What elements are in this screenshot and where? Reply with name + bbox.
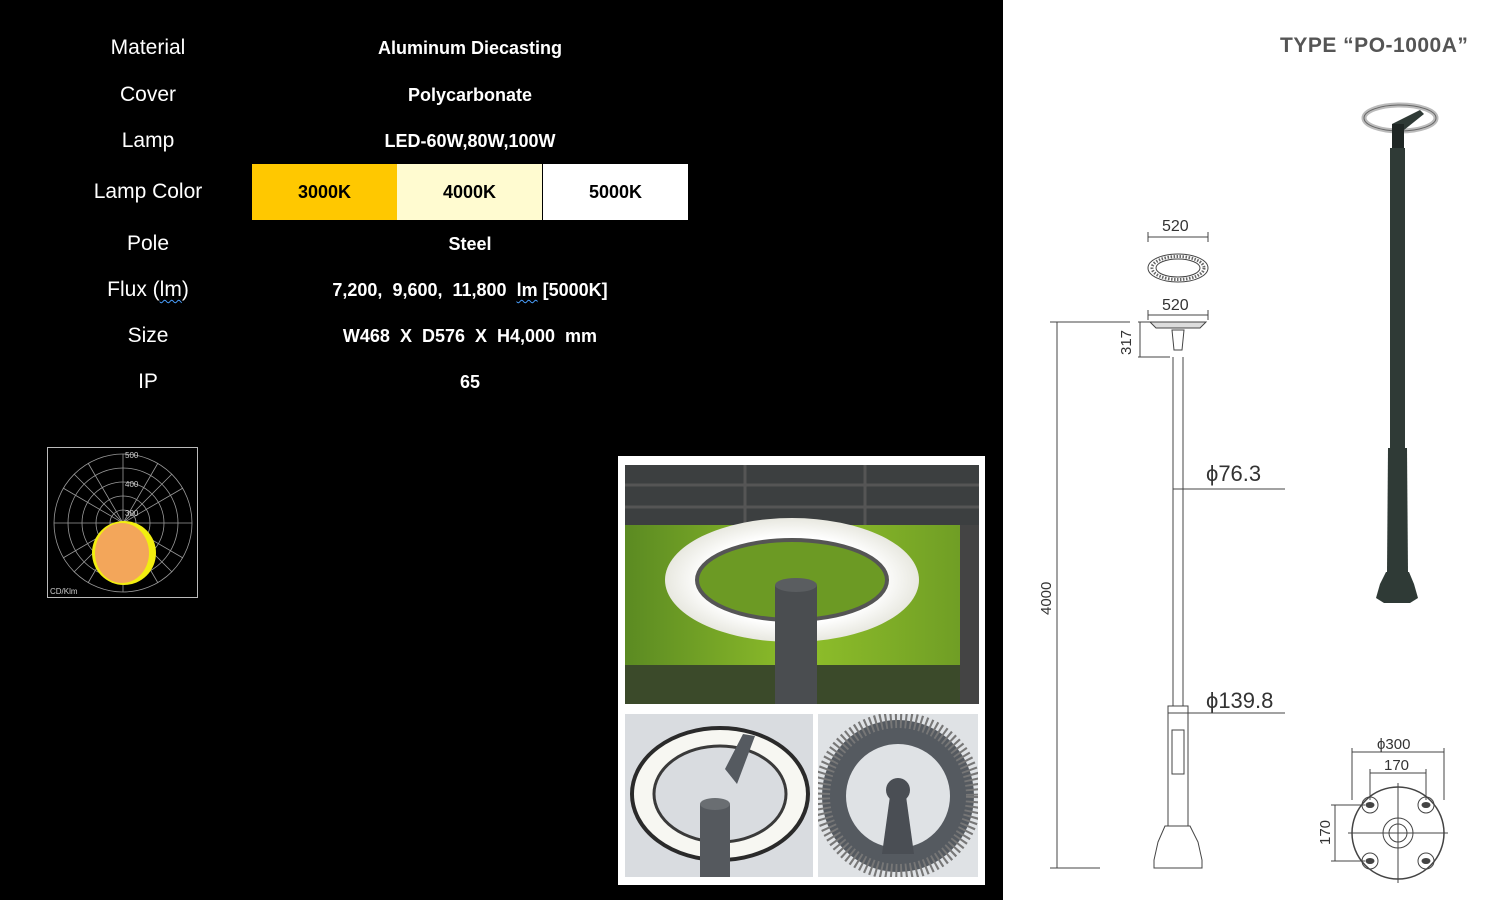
spec-label: Cover [119, 83, 177, 106]
polar-distribution-diagram: 500 400 300 CD/Klm [47, 447, 198, 598]
polar-curve-fill [95, 523, 149, 583]
flux-value-suffix: [5000K] [537, 280, 608, 300]
spec-value: 7,200, 9,600, 11,800 lm [5000K] [252, 280, 688, 301]
spec-label: Size [127, 324, 169, 347]
polar-tick-500: 500 [125, 451, 139, 460]
dim-total-height: 4000 [1038, 582, 1055, 615]
flux-label-suffix: ) [181, 278, 189, 301]
spec-label: Pole [126, 232, 170, 255]
polar-unit: CD/Klm [50, 587, 78, 596]
dim-bolt-spacing-y: 170 [1317, 820, 1334, 845]
dim-bolt-spacing-x: 170 [1384, 757, 1409, 774]
dim-head-width: 520 [1162, 297, 1189, 314]
spec-label: Material [110, 36, 186, 59]
product-photo-bottom [818, 714, 978, 877]
spec-label: Lamp Color [93, 180, 203, 203]
technical-drawing: 520 520 317 4000 ϕ76.3 ϕ139.8 ϕ300 170 1… [1038, 102, 1448, 883]
spec-label: Flux (lm) [48, 278, 248, 302]
polar-tick-300: 300 [125, 509, 139, 518]
dim-base-plate-diameter: ϕ300 [1377, 736, 1410, 753]
dim-top-width: 520 [1162, 218, 1189, 235]
flux-value-prefix: 7,200, 9,600, 11,800 [332, 280, 517, 300]
spec-value: Steel [448, 234, 492, 254]
color-swatch-4000k: 4000K [397, 164, 542, 220]
product-photo-side [625, 714, 813, 877]
spec-value: Polycarbonate [407, 85, 533, 105]
spec-panel: Material Aluminum Diecasting Cover Polyc… [0, 0, 1003, 900]
spec-value: W468 X D576 X H4,000 mm [342, 326, 598, 346]
color-swatch-label: 4000K [442, 181, 497, 202]
flux-label-unit: lm [159, 278, 182, 301]
flux-value-unit: lm [516, 280, 538, 300]
spec-value: 65 [459, 372, 481, 392]
color-swatch-label: 3000K [297, 181, 352, 202]
product-render [1361, 102, 1439, 603]
spec-label: IP [138, 370, 158, 393]
spec-value: Aluminum Diecasting [377, 38, 563, 58]
color-swatch-label: 5000K [588, 181, 643, 202]
dim-head-height: 317 [1118, 330, 1135, 355]
product-photo-main [625, 465, 979, 704]
dim-pole-diameter: ϕ76.3 [1206, 461, 1261, 486]
polar-tick-400: 400 [125, 480, 139, 489]
dim-base-diameter: ϕ139.8 [1206, 688, 1273, 713]
color-swatch-5000k: 5000K [543, 164, 688, 220]
color-swatch-3000k: 3000K [252, 164, 397, 220]
product-photo-collage [618, 456, 985, 885]
spec-label: Lamp [121, 129, 175, 152]
spec-value: LED-60W,80W,100W [384, 131, 556, 151]
flux-label-prefix: Flux ( [107, 278, 160, 301]
